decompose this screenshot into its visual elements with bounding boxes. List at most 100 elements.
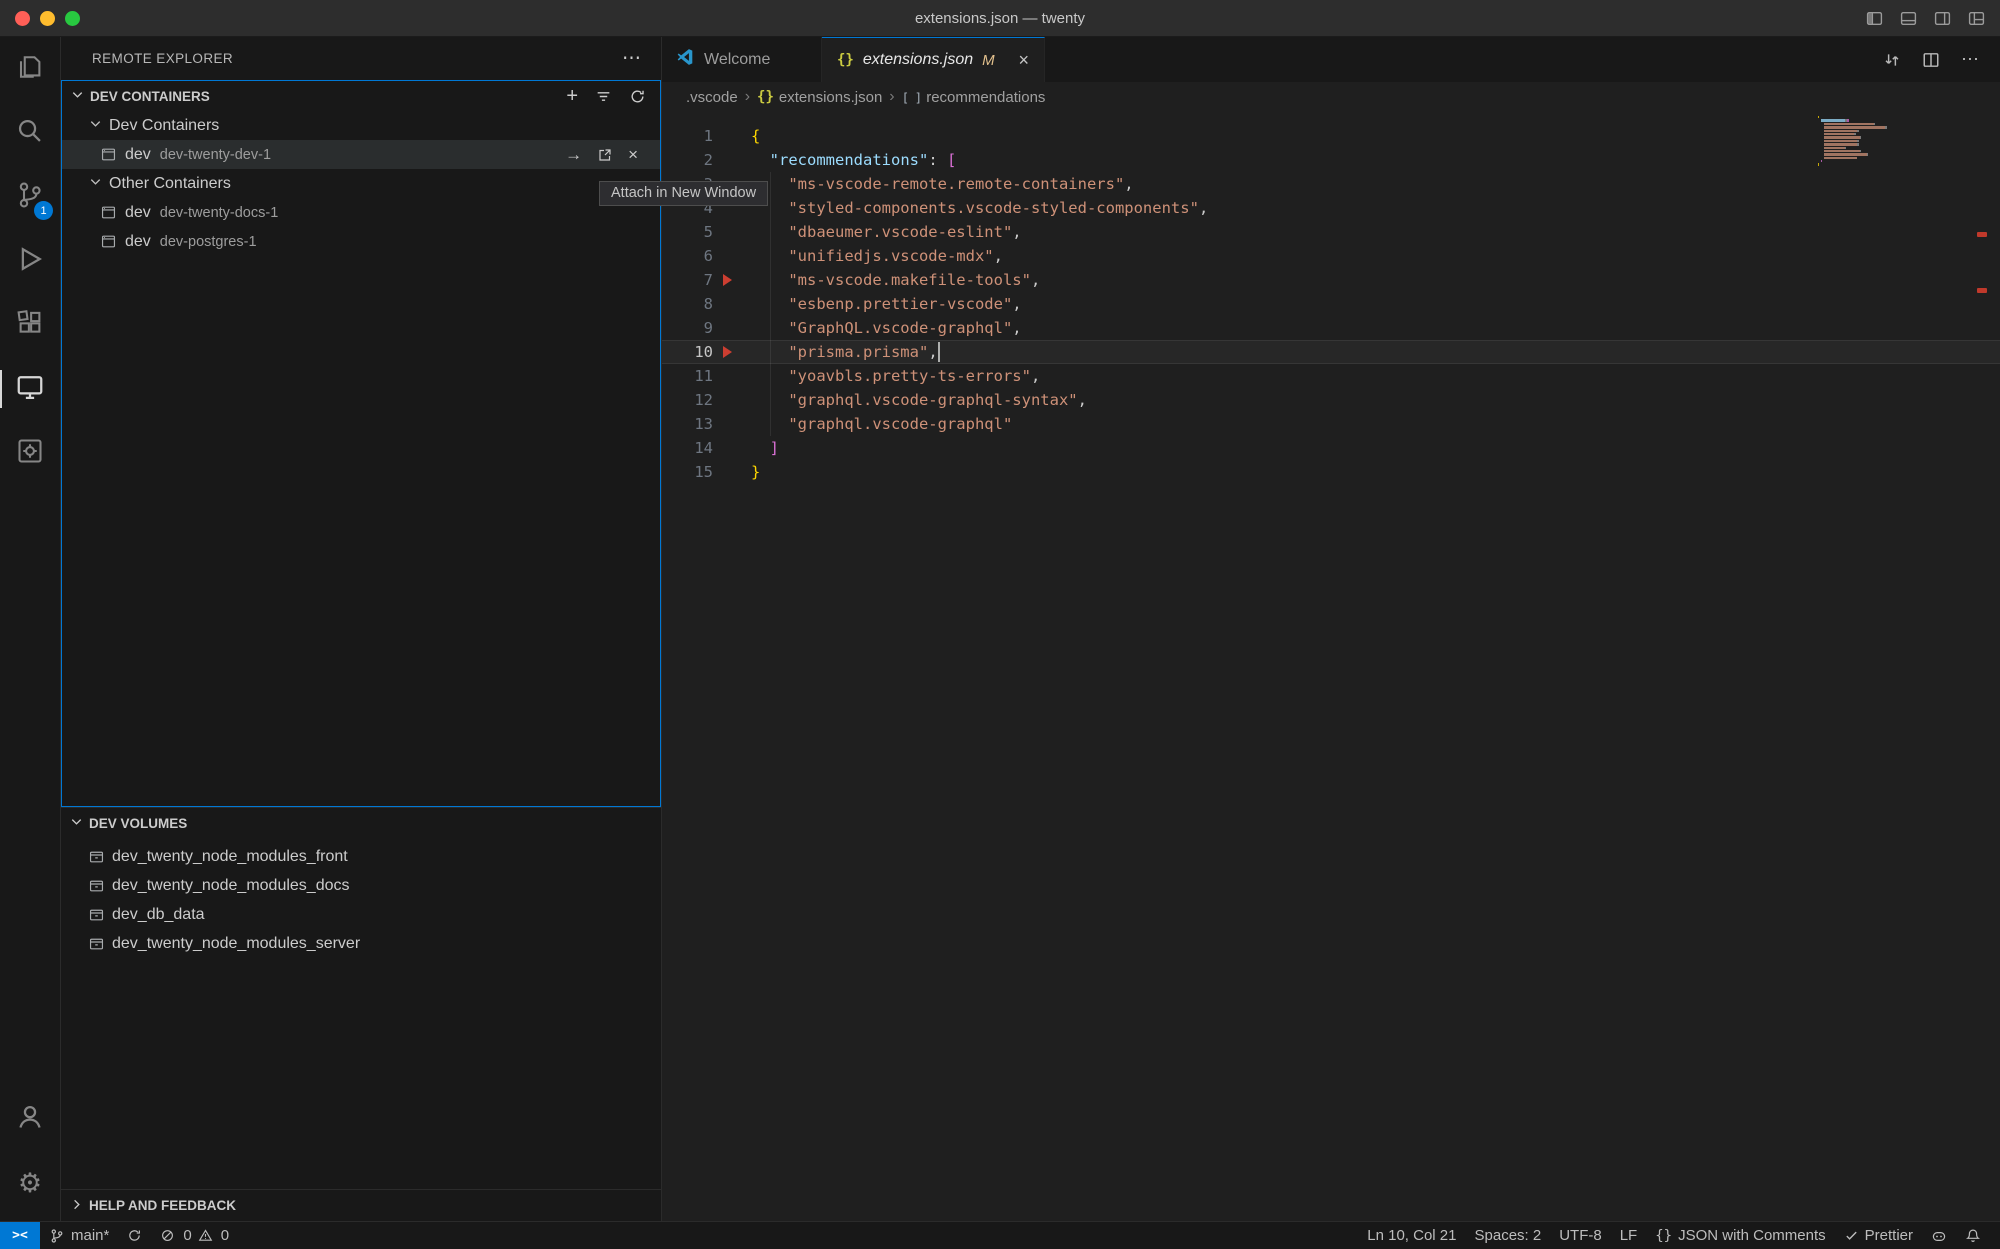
attach-container-icon[interactable]: →	[565, 145, 582, 165]
code-line[interactable]: 6 "unifiedjs.vscode-mdx",	[662, 244, 2000, 268]
accounts-button[interactable]	[0, 1087, 60, 1151]
dev-containers-pane-header[interactable]: DEV CONTAINERS +	[62, 81, 660, 111]
open-changes-icon[interactable]	[1883, 51, 1901, 69]
gutter[interactable]	[713, 244, 751, 268]
notifications-item[interactable]	[1956, 1222, 1990, 1249]
cursor-position-item[interactable]: Ln 10, Col 21	[1358, 1222, 1465, 1249]
sidebar-item-remote-explorer[interactable]	[0, 357, 60, 421]
code-editor[interactable]: 1{2 "recommendations": [3 "ms-vscode-rem…	[662, 112, 2000, 1221]
git-modified-badge: M	[982, 52, 995, 69]
sidebar-more-actions-icon[interactable]: ⋯	[622, 47, 643, 70]
sidebar-item-explorer[interactable]	[0, 37, 60, 101]
minimap[interactable]	[1818, 116, 1896, 167]
container-item[interactable]: devdev-twenty-docs-1	[62, 198, 660, 227]
toggle-primary-sidebar-icon[interactable]	[1865, 10, 1884, 27]
minimap-token	[1867, 153, 1868, 155]
code-line[interactable]: 2 "recommendations": [	[662, 148, 2000, 172]
code-line[interactable]: 8 "esbenp.prettier-vscode",	[662, 292, 2000, 316]
gutter[interactable]	[713, 220, 751, 244]
more-actions-icon[interactable]: ⋯	[1961, 49, 1981, 70]
close-tab-icon[interactable]: ×	[1018, 51, 1029, 69]
eol-item[interactable]: LF	[1611, 1222, 1647, 1249]
language-mode-item[interactable]: {} JSON with Comments	[1646, 1222, 1834, 1249]
code-token: ,	[1012, 292, 1021, 316]
code-line[interactable]: 10 "prisma.prisma",	[662, 340, 2000, 364]
gutter[interactable]	[713, 292, 751, 316]
tree-group-dev-containers[interactable]: Dev Containers	[62, 111, 660, 140]
minimize-window-button[interactable]	[40, 11, 55, 26]
sidebar-item-dev-containers[interactable]	[0, 421, 60, 485]
extensions-icon	[15, 308, 45, 343]
gutter[interactable]	[713, 388, 751, 412]
sidebar-item-extensions[interactable]	[0, 293, 60, 357]
gutter[interactable]	[713, 412, 751, 436]
tab-welcome[interactable]: Welcome	[662, 37, 822, 82]
sidebar-item-run-debug[interactable]	[0, 229, 60, 293]
line-number: 15	[662, 460, 713, 484]
volume-item[interactable]: dev_db_data	[61, 900, 661, 929]
code-line[interactable]: 1{	[662, 124, 2000, 148]
volume-item[interactable]: dev_twenty_node_modules_front	[61, 842, 661, 871]
container-item[interactable]: devdev-postgres-1	[62, 227, 660, 256]
copilot-status-item[interactable]	[1922, 1222, 1956, 1249]
settings-button[interactable]: ⚙	[0, 1151, 60, 1215]
volume-label: dev_twenty_node_modules_server	[112, 935, 360, 953]
gutter[interactable]	[713, 148, 751, 172]
breadcrumb-file[interactable]: {} extensions.json	[757, 89, 882, 106]
code-line[interactable]: 12 "graphql.vscode-graphql-syntax",	[662, 388, 2000, 412]
container-item[interactable]: devdev-twenty-dev-1→×	[62, 140, 660, 169]
remote-indicator[interactable]: ><	[0, 1222, 40, 1249]
refresh-icon[interactable]	[629, 88, 646, 105]
code-line[interactable]: 14 ]	[662, 436, 2000, 460]
encoding-item[interactable]: UTF-8	[1550, 1222, 1611, 1249]
tab-extensions-json[interactable]: {} extensions.json M ×	[822, 37, 1045, 82]
gutter[interactable]	[713, 364, 751, 388]
code-line[interactable]: 4 "styled-components.vscode-styled-compo…	[662, 196, 2000, 220]
gutter[interactable]	[713, 460, 751, 484]
formatter-item[interactable]: Prettier	[1835, 1222, 1922, 1249]
split-editor-icon[interactable]	[1922, 51, 1940, 69]
code-token: "ms-vscode-remote.remote-containers"	[788, 172, 1124, 196]
filter-list-icon[interactable]	[595, 88, 612, 105]
sidebar-item-search[interactable]	[0, 101, 60, 165]
breadcrumb-symbol[interactable]: [ ] recommendations	[902, 89, 1046, 106]
tree-group-other-containers[interactable]: Other Containers	[62, 169, 660, 198]
dev-volumes-pane-header[interactable]: DEV VOLUMES	[61, 808, 661, 838]
dev-volumes-list: dev_twenty_node_modules_frontdev_twenty_…	[61, 838, 661, 958]
code-line[interactable]: 11 "yoavbls.pretty-ts-errors",	[662, 364, 2000, 388]
code-line[interactable]: 15}	[662, 460, 2000, 484]
code-line[interactable]: 3 "ms-vscode-remote.remote-containers",	[662, 172, 2000, 196]
close-window-button[interactable]	[15, 11, 30, 26]
files-icon	[15, 52, 45, 87]
gutter[interactable]	[713, 340, 751, 364]
attach-new-window-icon[interactable]	[597, 147, 613, 163]
code-token: ]	[770, 436, 779, 460]
zoom-window-button[interactable]	[65, 11, 80, 26]
code-line[interactable]: 9 "GraphQL.vscode-graphql",	[662, 316, 2000, 340]
gutter[interactable]	[713, 436, 751, 460]
code-line[interactable]: 7 "ms-vscode.makefile-tools",	[662, 268, 2000, 292]
gutter[interactable]	[713, 124, 751, 148]
toggle-panel-icon[interactable]	[1899, 10, 1918, 27]
breadcrumb: .vscode › {} extensions.json › [ ] recom…	[662, 82, 2000, 112]
code-line[interactable]: 5 "dbaeumer.vscode-eslint",	[662, 220, 2000, 244]
gutter[interactable]	[713, 268, 751, 292]
breadcrumb-folder[interactable]: .vscode	[686, 89, 738, 106]
indentation-item[interactable]: Spaces: 2	[1466, 1222, 1551, 1249]
sidebar-item-source-control[interactable]: 1	[0, 165, 60, 229]
volume-item[interactable]: dev_twenty_node_modules_server	[61, 929, 661, 958]
code-line[interactable]: 13 "graphql.vscode-graphql"	[662, 412, 2000, 436]
new-dev-container-icon[interactable]: +	[566, 86, 578, 106]
git-branch-item[interactable]: main*	[40, 1222, 118, 1249]
help-feedback-pane-header[interactable]: HELP AND FEEDBACK	[61, 1189, 661, 1221]
stop-container-icon[interactable]: ×	[628, 145, 638, 165]
problems-item[interactable]: 0 0	[151, 1222, 238, 1249]
toggle-secondary-sidebar-icon[interactable]	[1933, 10, 1952, 27]
gutter[interactable]	[713, 316, 751, 340]
volume-item[interactable]: dev_twenty_node_modules_docs	[61, 871, 661, 900]
sync-changes-item[interactable]	[118, 1222, 151, 1249]
container-name: dev	[125, 204, 151, 222]
customize-layout-icon[interactable]	[1967, 10, 1986, 27]
git-deleted-marker-icon	[723, 346, 732, 358]
dev-containers-pane: DEV CONTAINERS + Dev Containers devdev-tw…	[61, 80, 661, 807]
